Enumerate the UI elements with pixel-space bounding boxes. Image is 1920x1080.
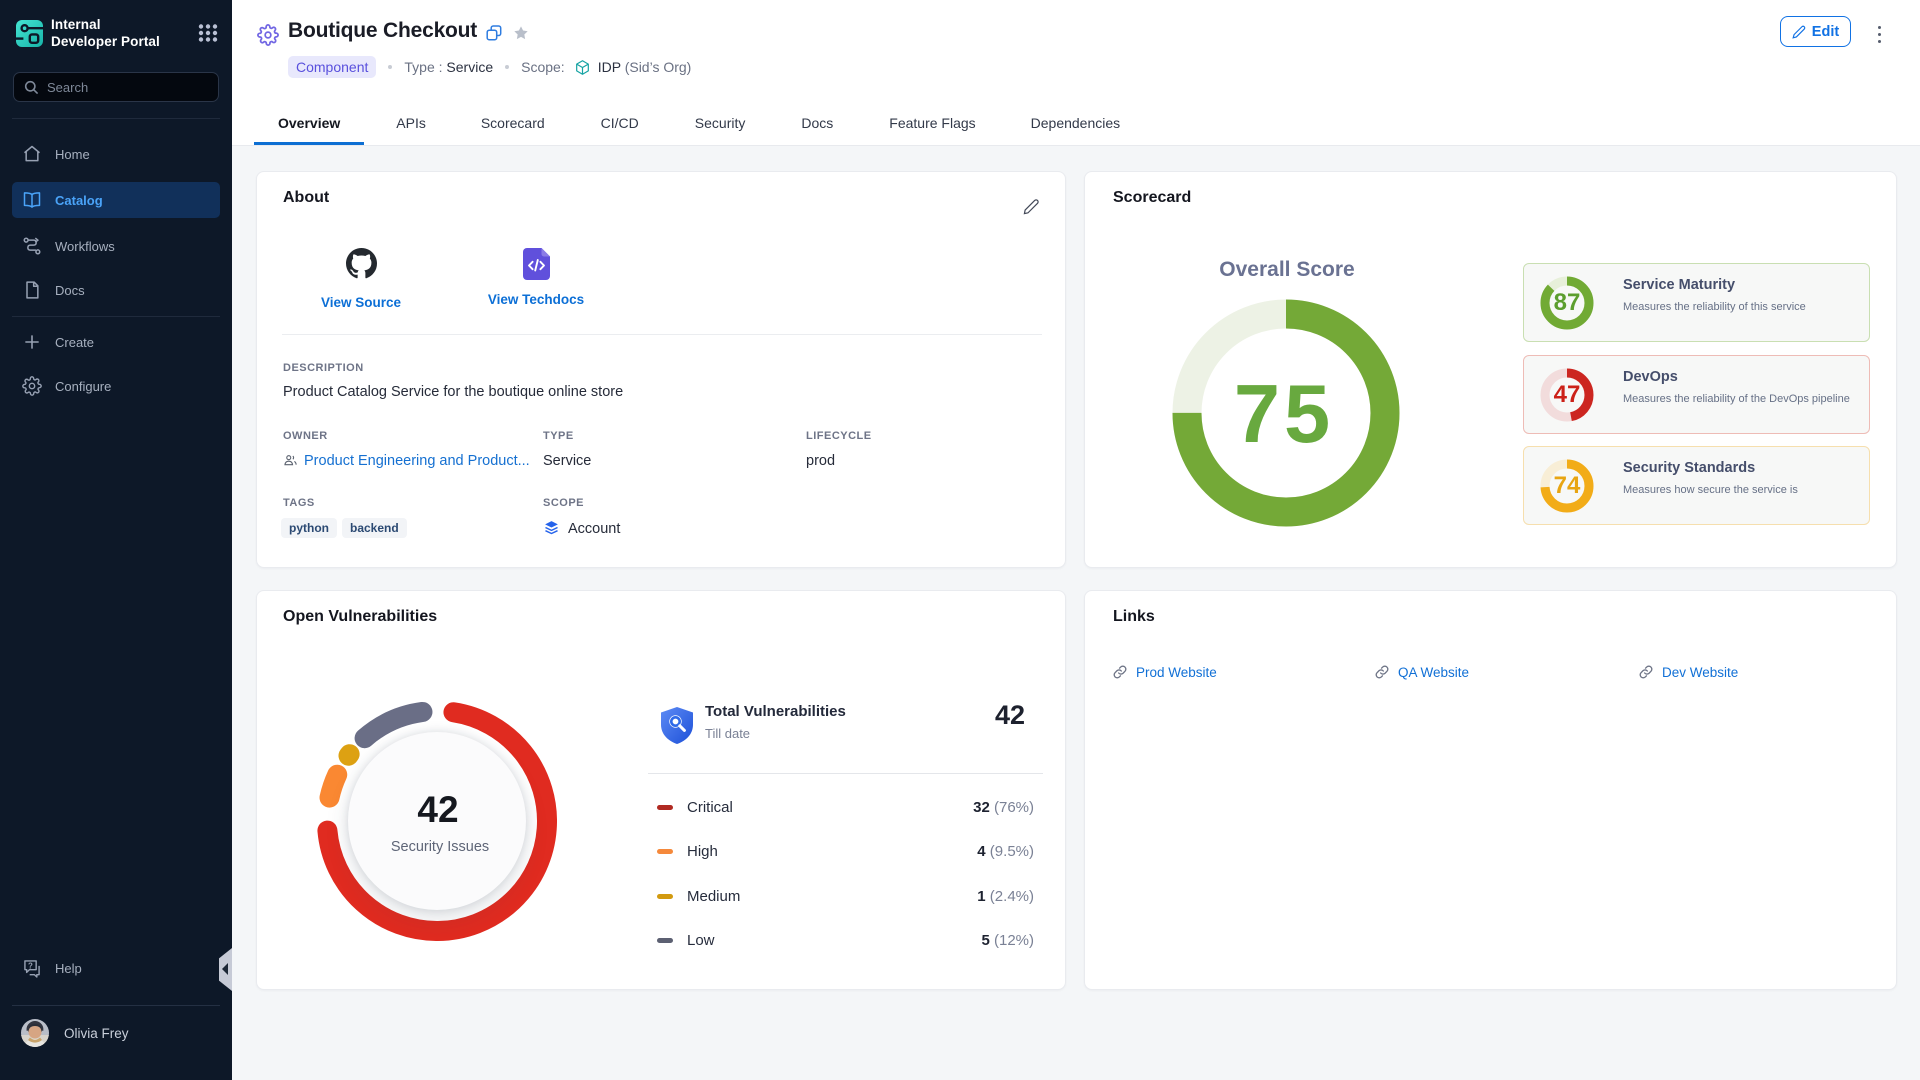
svg-text:?: ?: [28, 961, 33, 970]
